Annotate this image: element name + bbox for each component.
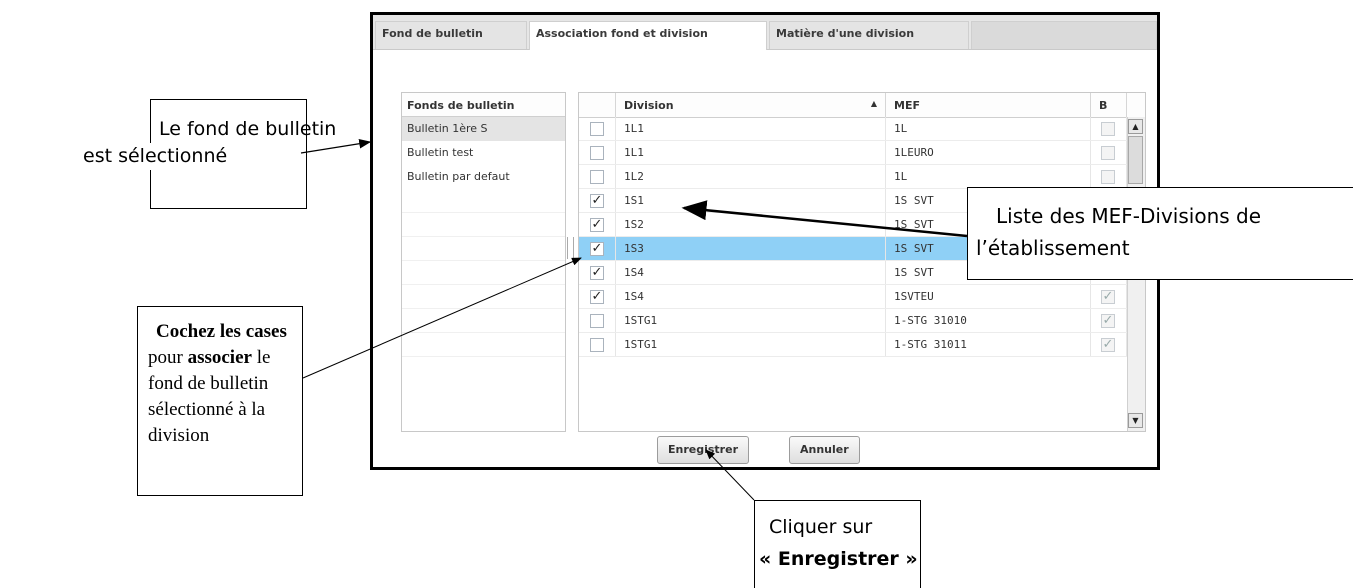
arrow-liste [681,200,968,238]
arrow-fond [300,138,372,154]
arrow-cliquer [705,449,755,501]
arrow-cochez [302,257,582,379]
callout-arrows [300,138,968,501]
